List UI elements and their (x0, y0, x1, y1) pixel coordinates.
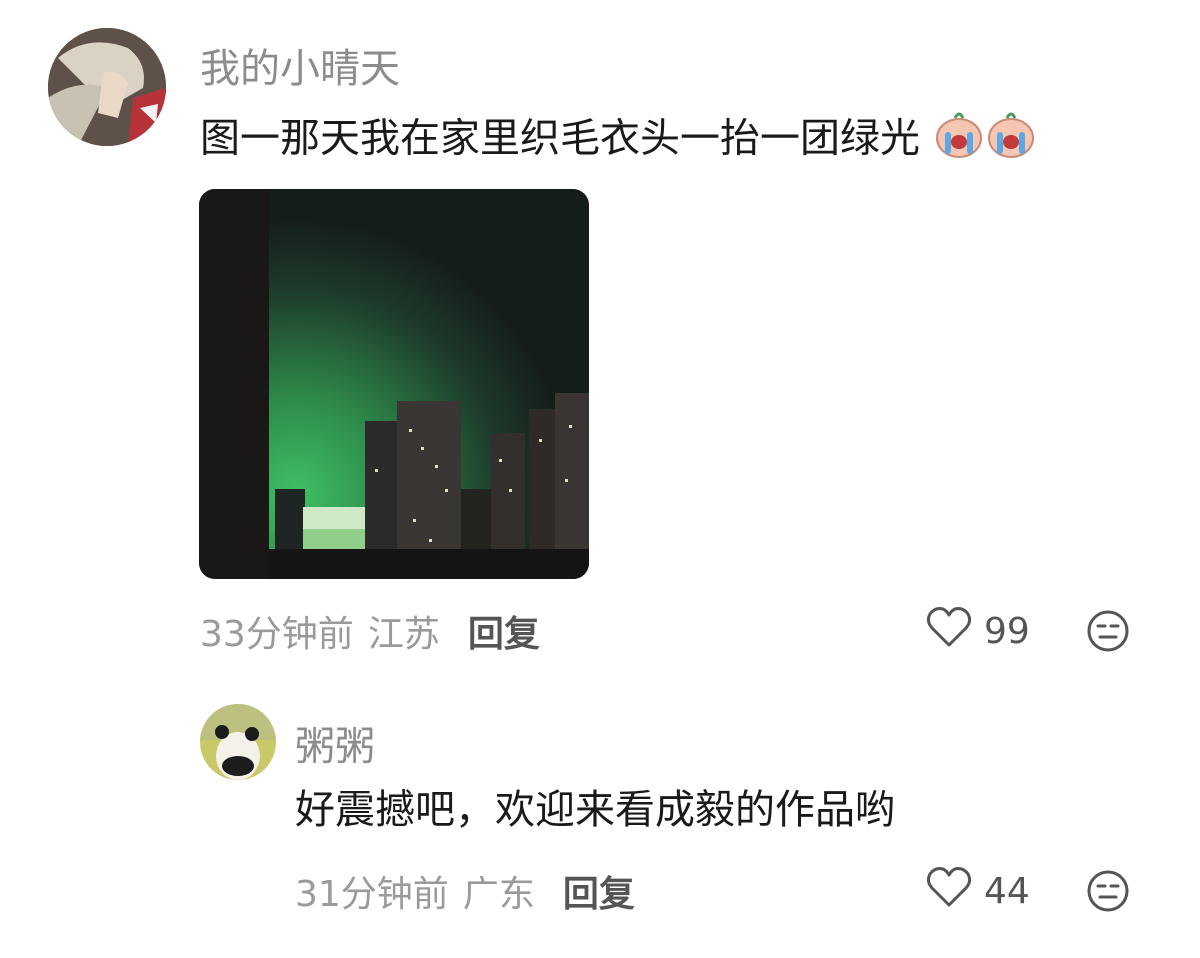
meh-face-icon (1086, 610, 1130, 657)
username[interactable]: 我的小晴天 (200, 36, 400, 94)
comment-text: 好震撼吧，欢迎来看成毅的作品哟 (295, 784, 895, 836)
reply-button[interactable]: 回复 (468, 605, 540, 657)
comment-body: 好震撼吧，欢迎来看成毅的作品哟 (295, 787, 895, 833)
crying-face-emoji (985, 108, 1037, 173)
crying-face-emoji (933, 108, 985, 173)
comment-time: 31分钟前 (295, 874, 449, 915)
comment-item: 粥粥 好震撼吧，欢迎来看成毅的作品哟 31分钟前 广东 回复 44 (0, 680, 1200, 958)
dislike-button[interactable] (1086, 869, 1130, 917)
comment-location: 广东 (462, 874, 535, 915)
heart-icon (926, 606, 972, 657)
comment-body: 图一那天我在家里织毛衣头一抬一团绿光 (200, 115, 920, 162)
reply-button[interactable]: 回复 (563, 865, 635, 917)
like-count: 99 (984, 610, 1030, 652)
avatar[interactable] (200, 704, 276, 780)
like-button[interactable]: 99 (926, 606, 1030, 657)
comment-photo[interactable] (199, 189, 589, 579)
comment-meta: 31分钟前 广东 回复 (295, 867, 635, 915)
dislike-button[interactable] (1086, 609, 1130, 657)
meh-face-icon (1086, 870, 1130, 917)
like-button[interactable]: 44 (926, 866, 1030, 917)
username[interactable]: 粥粥 (295, 714, 375, 772)
comment-meta: 33分钟前 江苏 回复 (200, 607, 540, 655)
avatar[interactable] (48, 28, 166, 146)
comment-location: 江苏 (367, 614, 440, 655)
like-count: 44 (984, 870, 1030, 912)
comment-time: 33分钟前 (200, 614, 354, 655)
heart-icon (926, 866, 972, 917)
comment-text: 图一那天我在家里织毛衣头一抬一团绿光 (200, 108, 1037, 173)
comment-item: 我的小晴天 图一那天我在家里织毛衣头一抬一团绿光 33分钟前 江苏 回复 99 (0, 0, 1200, 670)
